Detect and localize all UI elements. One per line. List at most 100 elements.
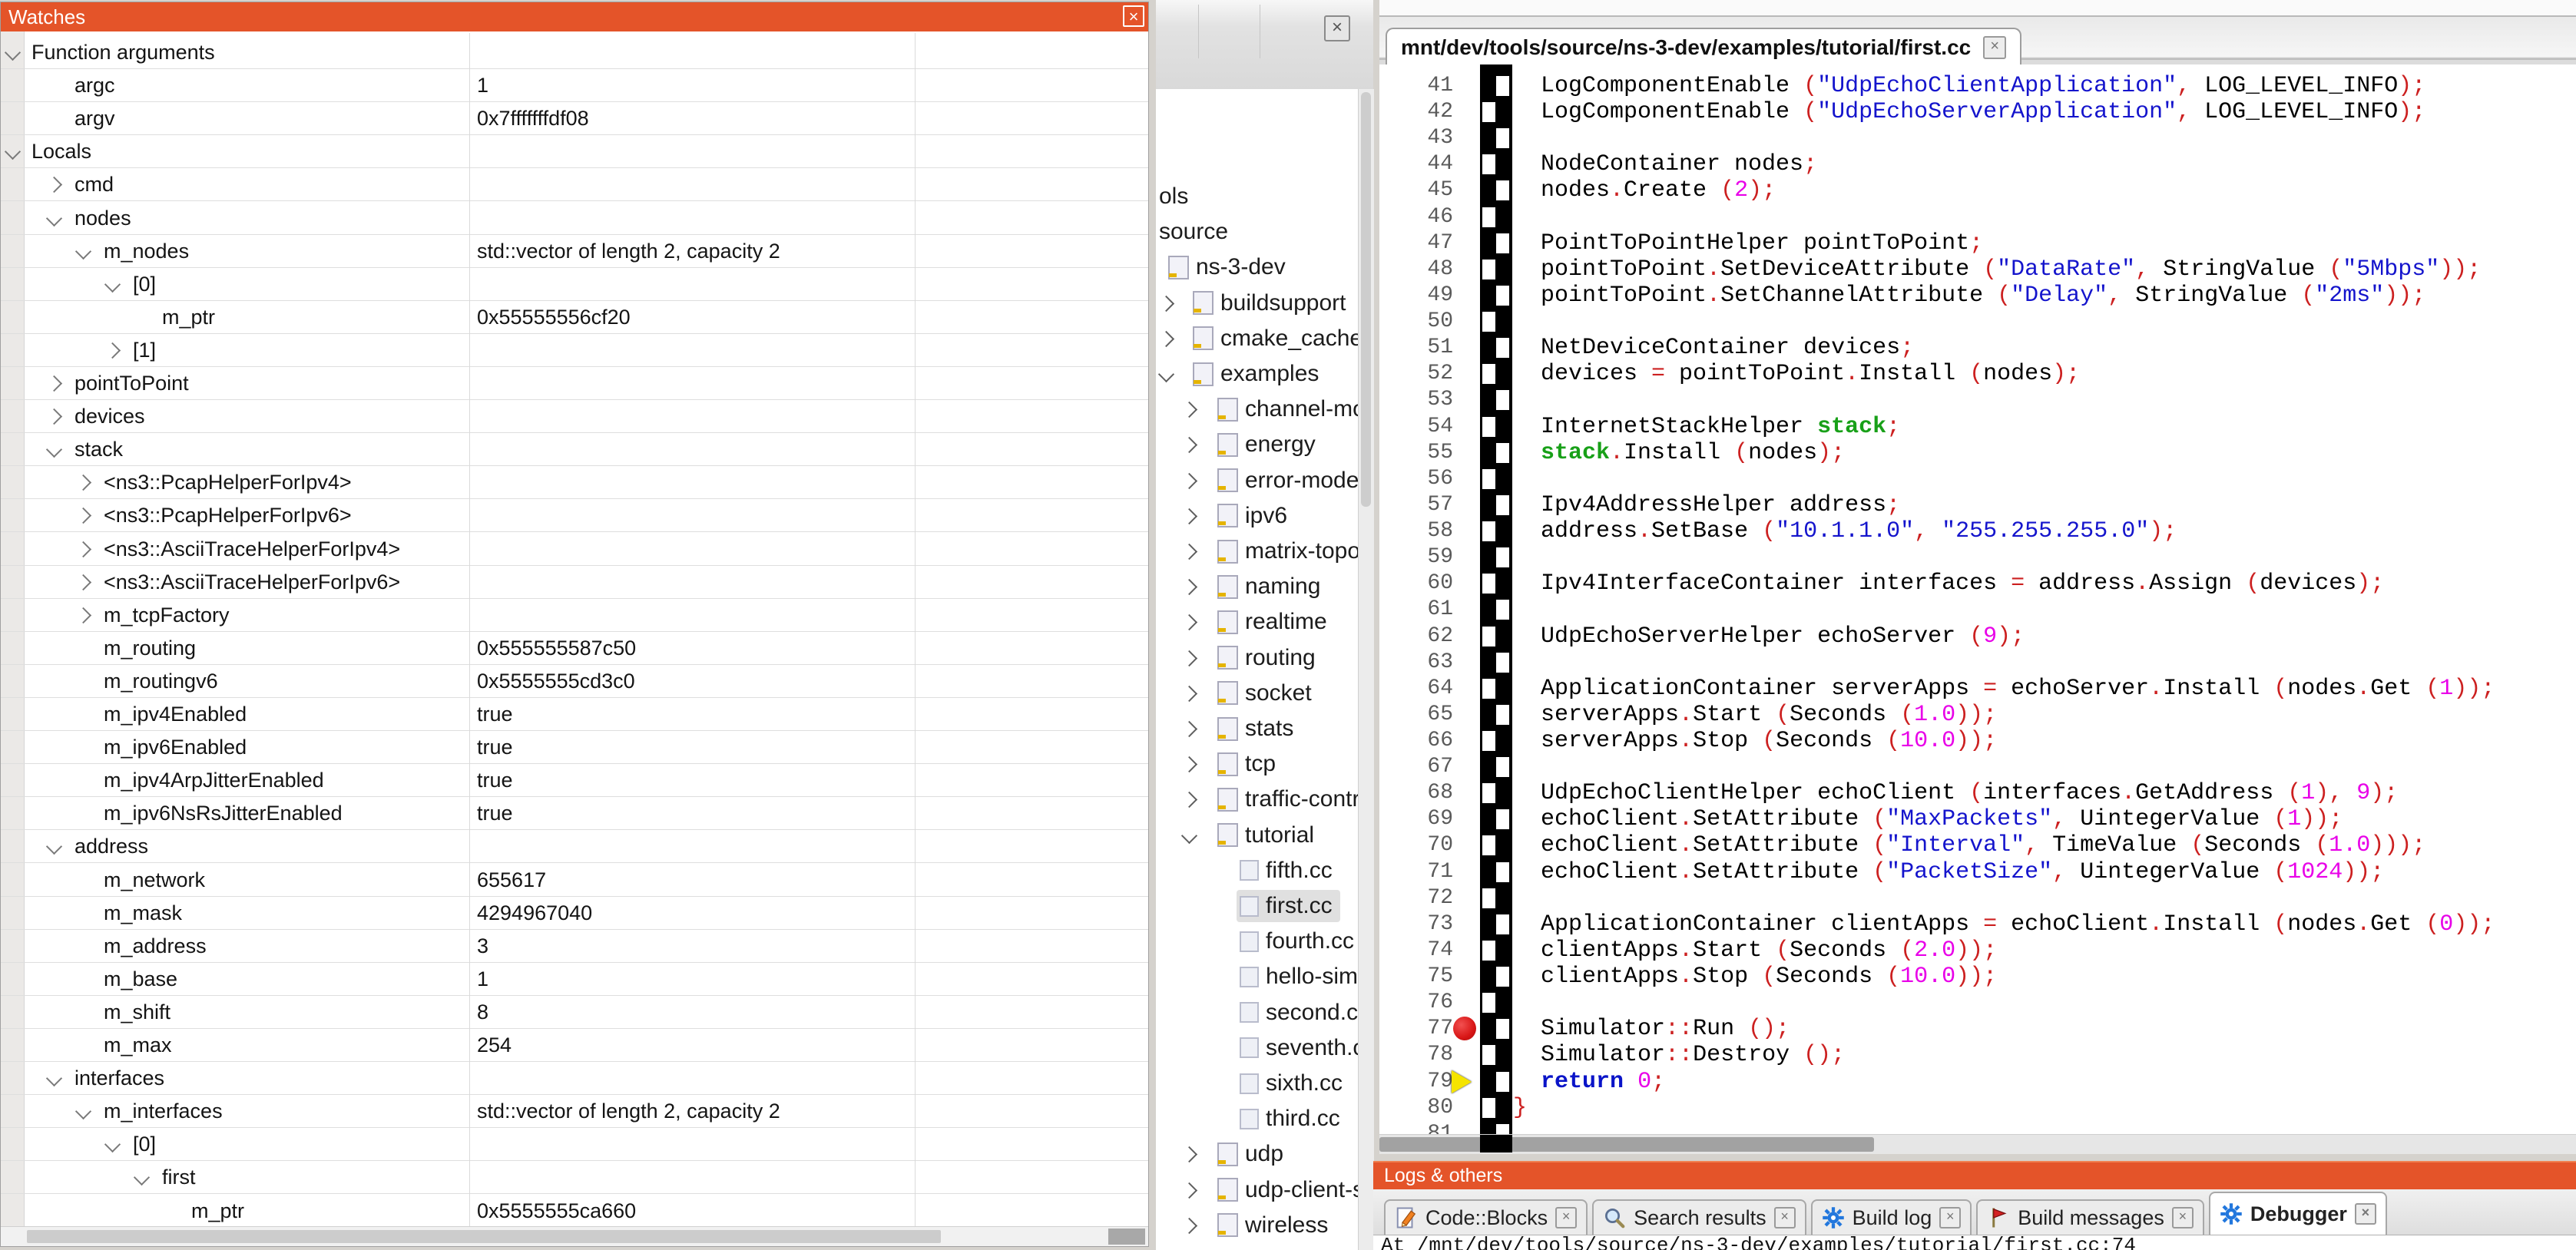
tree-item-group[interactable]: traffic-contro — [1214, 783, 1358, 815]
tree-item-group[interactable]: energy — [1214, 428, 1323, 461]
watch-row[interactable]: argv0x7fffffffdf08 — [1, 102, 1148, 135]
chevron-down-icon[interactable] — [104, 276, 121, 293]
code-line-56[interactable]: 56 — [1379, 466, 2576, 492]
tree-item-group[interactable]: channel-mod — [1214, 393, 1358, 425]
code-line-67[interactable]: 67 — [1379, 754, 2576, 780]
tree-item-tutorial[interactable]: tutorial — [1156, 818, 1358, 853]
chevron-right-icon[interactable] — [75, 475, 91, 491]
tree-item-matrix-topol[interactable]: matrix-topol — [1156, 534, 1358, 569]
code-line-52[interactable]: 52 devices = pointToPoint.Install (nodes… — [1379, 361, 2576, 387]
watch-row[interactable]: m_ipv6NsRsJitterEnabledtrue — [1, 797, 1148, 830]
tree-item-group[interactable]: udp-client-ser — [1214, 1174, 1358, 1206]
chevron-down-icon[interactable] — [1181, 827, 1197, 843]
code-line-57[interactable]: 57 Ipv4AddressHelper address; — [1379, 492, 2576, 518]
tree-item-group[interactable]: ipv6 — [1214, 500, 1295, 532]
chevron-right-icon[interactable] — [46, 408, 62, 425]
watch-row[interactable]: [1] — [1, 334, 1148, 367]
close-icon[interactable]: × — [2355, 1203, 2376, 1225]
tree-item-group[interactable]: tutorial — [1214, 819, 1322, 852]
watch-row[interactable]: nodes — [1, 202, 1148, 235]
code-line-48[interactable]: 48 pointToPoint.SetDeviceAttribute ("Dat… — [1379, 256, 2576, 283]
code-line-76[interactable]: 76 — [1379, 990, 2576, 1016]
chevron-right-icon[interactable] — [75, 607, 91, 623]
tree-item-group[interactable]: source — [1156, 216, 1236, 248]
watch-row[interactable]: first — [1, 1161, 1148, 1194]
chevron-down-icon[interactable] — [104, 1136, 121, 1152]
tree-item-channel-mod[interactable]: channel-mod — [1156, 392, 1358, 427]
code-line-81[interactable]: 81 — [1379, 1121, 2576, 1134]
watch-row[interactable]: m_address3 — [1, 930, 1148, 963]
chevron-right-icon[interactable] — [1158, 295, 1174, 311]
tree-item-cmake-cache[interactable]: cmake_cache — [1156, 321, 1358, 356]
chevron-down-icon[interactable] — [75, 1103, 91, 1119]
chevron-down-icon[interactable] — [134, 1169, 150, 1186]
code-line-53[interactable]: 53 — [1379, 387, 2576, 413]
chevron-down-icon[interactable] — [5, 45, 21, 61]
tree-item-group[interactable]: second.cc — [1237, 997, 1358, 1029]
tree-item-tcp[interactable]: tcp — [1156, 746, 1358, 782]
project-file-tree[interactable]: olssourcens-3-devbuildsupportcmake_cache… — [1156, 89, 1358, 1250]
watch-row[interactable]: Locals — [1, 135, 1148, 168]
tree-item-group[interactable]: cmake_cache — [1190, 322, 1358, 355]
code-line-68[interactable]: 68 UdpEchoClientHelper echoClient (inter… — [1379, 780, 2576, 806]
chevron-down-icon[interactable] — [46, 1070, 62, 1086]
watch-row[interactable]: [0] — [1, 268, 1148, 301]
tree-item-group[interactable]: udp — [1214, 1138, 1291, 1170]
chevron-right-icon[interactable] — [75, 508, 91, 524]
tree-item-error-model[interactable]: error-model — [1156, 463, 1358, 498]
watch-row[interactable]: m_mask4294967040 — [1, 897, 1148, 930]
chevron-right-icon[interactable] — [75, 541, 91, 557]
code-line-50[interactable]: 50 — [1379, 309, 2576, 335]
code-line-61[interactable]: 61 — [1379, 597, 2576, 623]
tree-item-stats[interactable]: stats — [1156, 711, 1358, 746]
tree-item-group[interactable]: seventh.cc — [1237, 1032, 1358, 1064]
chevron-right-icon[interactable] — [1181, 1182, 1197, 1198]
watch-row[interactable]: cmd — [1, 168, 1148, 201]
code-line-75[interactable]: 75 clientApps.Stop (Seconds (10.0)); — [1379, 964, 2576, 990]
scrollbar-thumb[interactable] — [1379, 1137, 1874, 1152]
tree-item-group[interactable]: routing — [1214, 642, 1323, 674]
tree-vertical-scrollbar[interactable] — [1358, 89, 1374, 1250]
code-line-60[interactable]: 60 Ipv4InterfaceContainer interfaces = a… — [1379, 570, 2576, 597]
tree-item-group[interactable]: ns-3-dev — [1165, 251, 1293, 283]
editor-horizontal-scrollbar[interactable] — [1379, 1134, 2576, 1154]
chevron-down-icon[interactable] — [1158, 366, 1174, 382]
logs-tab-build-log[interactable]: Build log× — [1811, 1199, 1972, 1235]
watch-row[interactable]: m_interfacesstd::vector of length 2, cap… — [1, 1095, 1148, 1128]
close-icon[interactable]: × — [1939, 1207, 1961, 1229]
watch-row[interactable]: m_routingv60x5555555cd3c0 — [1, 665, 1148, 698]
tree-item-group[interactable]: hello-simul — [1237, 961, 1358, 993]
watch-row[interactable]: m_routing0x555555587c50 — [1, 632, 1148, 665]
code-line-80[interactable]: 80} — [1379, 1095, 2576, 1121]
code-line-45[interactable]: 45 nodes.Create (2); — [1379, 177, 2576, 203]
tree-item-ols[interactable]: ols — [1156, 179, 1358, 214]
tree-item-group[interactable]: tcp — [1214, 748, 1283, 780]
code-line-72[interactable]: 72 — [1379, 885, 2576, 911]
logs-tab-search-results[interactable]: Search results× — [1592, 1199, 1806, 1235]
close-icon[interactable]: × — [1774, 1207, 1796, 1229]
tree-item-group[interactable]: wireless — [1214, 1209, 1336, 1242]
tree-item-group[interactable]: socket — [1214, 677, 1319, 709]
close-icon[interactable]: × — [1123, 5, 1144, 27]
chevron-down-icon[interactable] — [46, 441, 62, 458]
tree-item-wireless[interactable]: wireless — [1156, 1208, 1358, 1243]
code-line-43[interactable]: 43 — [1379, 125, 2576, 151]
tree-item-routing[interactable]: routing — [1156, 640, 1358, 676]
tree-item-group[interactable]: examples — [1190, 358, 1326, 390]
scrollbar-thumb[interactable] — [1361, 92, 1371, 507]
breakpoint-icon[interactable] — [1453, 1017, 1476, 1040]
chevron-right-icon[interactable] — [46, 375, 62, 392]
chevron-right-icon[interactable] — [1158, 331, 1174, 347]
chevron-right-icon[interactable] — [1181, 756, 1197, 772]
code-line-79[interactable]: 79 return 0; — [1379, 1069, 2576, 1095]
column-divider[interactable] — [915, 33, 916, 1226]
watch-row[interactable]: stack — [1, 433, 1148, 466]
tree-item-group[interactable]: stats — [1214, 713, 1301, 745]
watch-row[interactable]: pointToPoint — [1, 367, 1148, 400]
code-line-78[interactable]: 78 Simulator::Destroy (); — [1379, 1042, 2576, 1068]
watch-row[interactable]: <ns3::AsciiTraceHelperForIpv4> — [1, 533, 1148, 566]
watch-row[interactable]: interfaces — [1, 1062, 1148, 1095]
tree-item-sixth-cc[interactable]: sixth.cc — [1156, 1066, 1358, 1101]
tree-item-fifth-cc[interactable]: fifth.cc — [1156, 853, 1358, 888]
watch-row[interactable]: m_nodesstd::vector of length 2, capacity… — [1, 235, 1148, 268]
